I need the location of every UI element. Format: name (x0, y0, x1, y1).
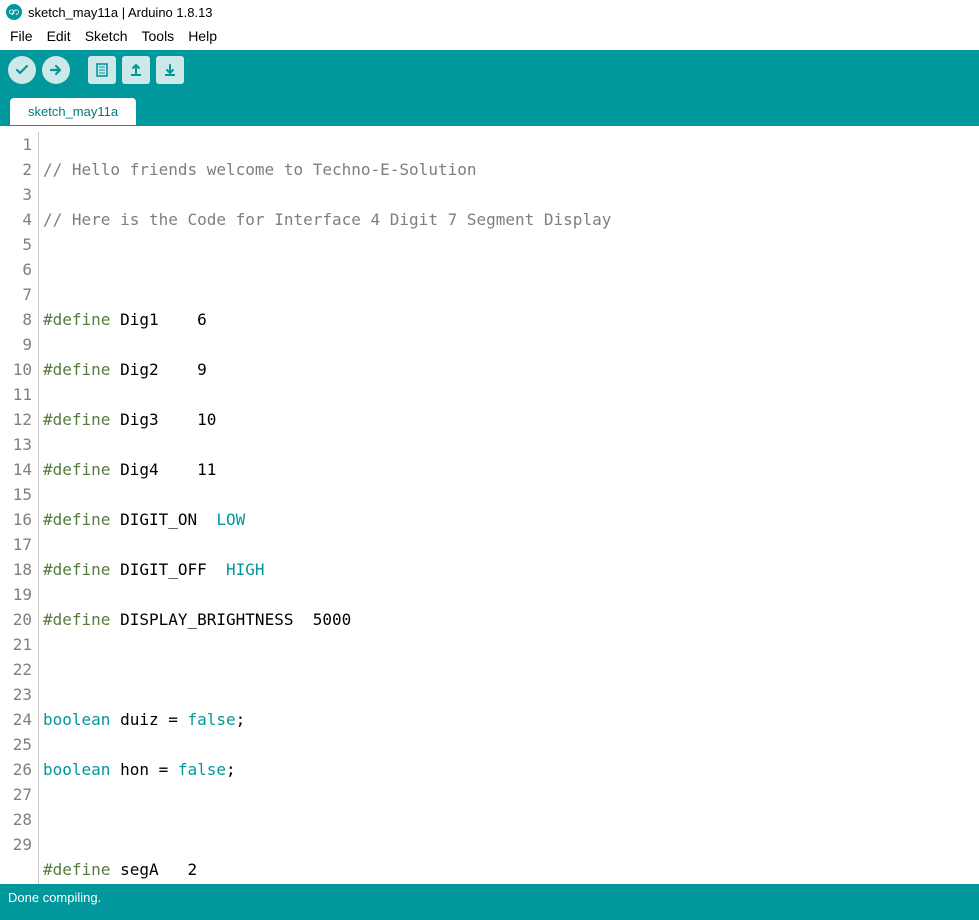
code-editor[interactable]: 12345 678910 1112131415 1617181920 21222… (0, 126, 979, 884)
verify-button[interactable] (8, 56, 36, 84)
menu-sketch[interactable]: Sketch (79, 26, 134, 46)
new-sketch-button[interactable] (88, 56, 116, 84)
menu-help[interactable]: Help (182, 26, 223, 46)
arduino-app-icon (6, 4, 22, 20)
upload-button[interactable] (42, 56, 70, 84)
menubar: File Edit Sketch Tools Help (0, 24, 979, 50)
window-title: sketch_may11a | Arduino 1.8.13 (28, 5, 213, 20)
code-content[interactable]: // Hello friends welcome to Techno-E-Sol… (38, 132, 979, 884)
statusbar: Done compiling. (0, 884, 979, 920)
titlebar: sketch_may11a | Arduino 1.8.13 (0, 0, 979, 24)
tabbar: sketch_may11a (0, 90, 979, 126)
tab-sketch[interactable]: sketch_may11a (10, 98, 136, 125)
status-text: Done compiling. (8, 890, 101, 905)
menu-edit[interactable]: Edit (41, 26, 77, 46)
menu-tools[interactable]: Tools (136, 26, 181, 46)
open-sketch-button[interactable] (122, 56, 150, 84)
menu-file[interactable]: File (4, 26, 39, 46)
line-gutter: 12345 678910 1112131415 1617181920 21222… (0, 132, 38, 884)
save-sketch-button[interactable] (156, 56, 184, 84)
toolbar (0, 50, 979, 90)
